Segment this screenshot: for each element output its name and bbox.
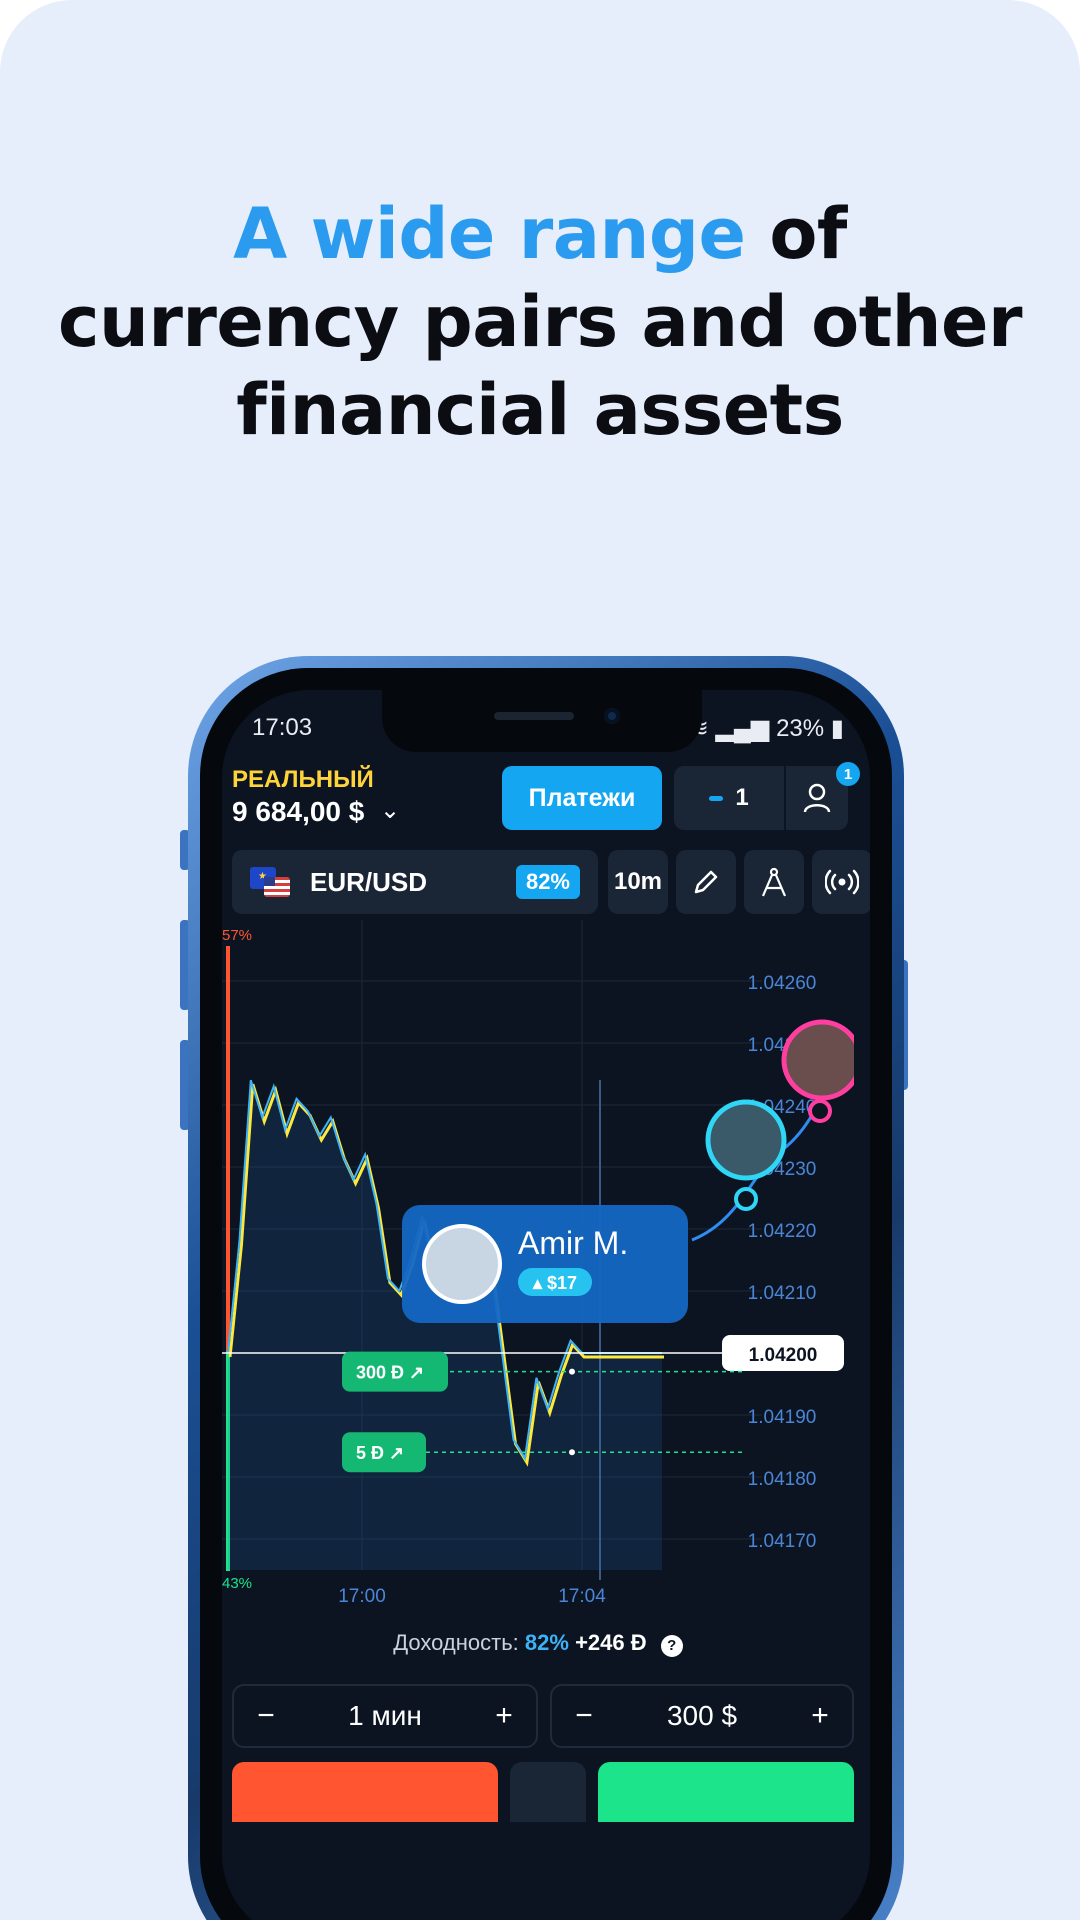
compass-icon — [761, 867, 787, 897]
sentiment-top-label: 57% — [222, 927, 252, 944]
headline-line2: currency pairs and other — [57, 281, 1023, 363]
trader-avatar — [781, 1019, 854, 1101]
headline-line3: financial assets — [236, 369, 844, 451]
payments-button[interactable]: Платежи — [502, 766, 662, 830]
yield-gain: +246 Đ — [575, 1630, 647, 1655]
promo-card: A wide range of currency pairs and other… — [0, 0, 1080, 1920]
signal-bars-icon: ▂▄▆ — [715, 715, 770, 742]
sell-down-button[interactable] — [232, 1762, 498, 1822]
open-trades-button[interactable]: 1 — [674, 766, 784, 830]
trade-options-button[interactable] — [510, 1762, 586, 1822]
notch — [382, 690, 702, 752]
x-tick-label: 17:04 — [558, 1586, 606, 1607]
y-tick-label: 1.04190 — [748, 1407, 817, 1428]
trader-name: Amir M. — [518, 1225, 628, 1261]
status-indicators: ≋ ▂▄▆ 23% ▮ — [689, 714, 844, 743]
signal-icon — [825, 869, 859, 895]
expiry-time-value[interactable]: 1 мин — [348, 1700, 422, 1732]
sentiment-down-bar — [226, 946, 230, 1351]
trade-amount-stepper: − 300 $ + — [550, 1684, 854, 1748]
sentiment-bottom-label: 43% — [222, 1575, 252, 1592]
buy-up-button[interactable] — [598, 1762, 854, 1822]
yield-row: Доходность: 82% +246 Đ ? — [222, 1630, 854, 1657]
phone-frame: 17:03 ≋ ▂▄▆ 23% ▮ РЕАЛЬНЫЙ 9 684,00 $ ⌄ … — [188, 656, 904, 1920]
x-tick-label: 17:00 — [338, 1586, 386, 1607]
trade-marker-label: 300 Đ ↗ — [356, 1363, 424, 1383]
user-icon — [803, 783, 831, 813]
trader-card-avatar — [422, 1224, 502, 1304]
trade-entry-point — [569, 1449, 575, 1456]
trader-point — [734, 1187, 758, 1211]
amount-increase-button[interactable]: + — [808, 1699, 832, 1733]
yield-percent: 82% — [524, 1630, 569, 1655]
y-tick-label: 1.04260 — [748, 973, 817, 994]
timeframe-button[interactable]: 10m — [608, 850, 668, 914]
indicators-button[interactable] — [744, 850, 804, 914]
speaker-grille — [494, 712, 574, 720]
promo-headline: A wide range of currency pairs and other… — [0, 190, 1080, 454]
trader-point — [808, 1099, 832, 1123]
payout-badge: 82% — [515, 865, 580, 899]
time-increase-button[interactable]: + — [492, 1699, 516, 1733]
trader-avatar — [705, 1099, 787, 1181]
y-tick-label: 1.04170 — [748, 1531, 817, 1552]
account-balance[interactable]: 9 684,00 $ — [232, 796, 364, 828]
asset-name: EUR/USD — [310, 866, 428, 897]
headline-rest: of — [745, 193, 847, 275]
trade-entry-point — [569, 1368, 575, 1375]
eur-usd-flags-icon — [250, 867, 290, 897]
help-icon[interactable]: ? — [660, 1635, 683, 1657]
account-type: РЕАЛЬНЫЙ — [232, 766, 374, 793]
current-price-value: 1.04200 — [749, 1345, 818, 1366]
phone-bezel: 17:03 ≋ ▂▄▆ 23% ▮ РЕАЛЬНЫЙ 9 684,00 $ ⌄ … — [200, 668, 892, 1920]
open-trades-count: 1 — [735, 784, 749, 811]
y-tick-label: 1.04180 — [748, 1469, 817, 1490]
app-screen: 17:03 ≋ ▂▄▆ 23% ▮ РЕАЛЬНЫЙ 9 684,00 $ ⌄ … — [222, 690, 870, 1920]
trader-profit: ▴ $17 — [532, 1273, 577, 1293]
notification-badge: 1 — [836, 762, 860, 786]
battery-level: 23% — [776, 715, 825, 742]
asset-selector[interactable]: EUR/USD 82% — [232, 850, 598, 914]
battery-icon: ▮ — [830, 715, 844, 742]
yield-label: Доходность: — [393, 1630, 519, 1655]
trade-amount-value[interactable]: 300 $ — [667, 1700, 737, 1732]
price-chart[interactable]: 1.042601.042501.042401.042301.042201.042… — [222, 920, 854, 1620]
front-camera — [604, 708, 620, 724]
expiry-time-stepper: − 1 мин + — [232, 1684, 538, 1748]
drawing-tool-button[interactable] — [676, 850, 736, 914]
chevron-down-icon[interactable]: ⌄ — [380, 796, 400, 825]
signals-button[interactable] — [812, 850, 870, 914]
y-tick-label: 1.04220 — [748, 1221, 817, 1242]
price-area-fill — [228, 1080, 662, 1570]
amount-decrease-button[interactable]: − — [572, 1699, 596, 1733]
trades-indicator-icon — [709, 795, 724, 801]
y-tick-label: 1.04210 — [748, 1283, 817, 1304]
status-time: 17:03 — [252, 714, 313, 741]
time-decrease-button[interactable]: − — [254, 1699, 278, 1733]
headline-accent: A wide range — [233, 193, 746, 275]
pencil-icon — [694, 870, 718, 894]
trade-marker-label: 5 Đ ↗ — [356, 1443, 404, 1463]
